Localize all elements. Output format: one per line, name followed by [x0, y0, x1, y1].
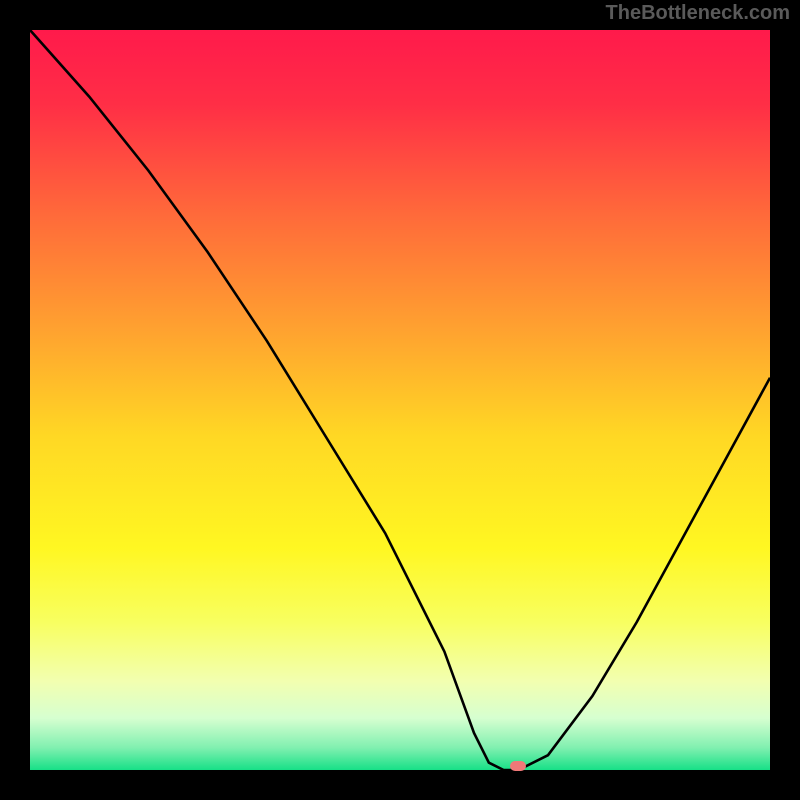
watermark-text: TheBottleneck.com	[606, 2, 790, 25]
bottleneck-curve	[30, 30, 770, 770]
curve-svg	[30, 30, 770, 770]
optimal-marker	[510, 761, 526, 771]
plot-area	[30, 30, 770, 770]
